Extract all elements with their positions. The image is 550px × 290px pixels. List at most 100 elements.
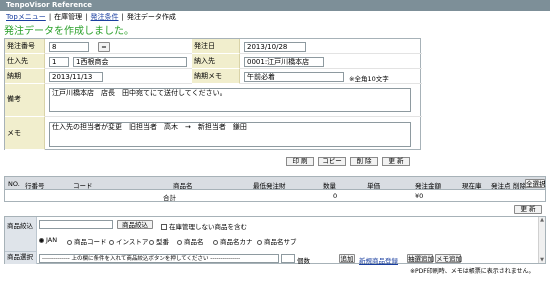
total-qty: 0 [333, 192, 338, 200]
breadcrumb: Topメニュー | 在庫管理 | 発注条件 | 発注データ作成 [6, 12, 176, 22]
radio-product-name-label: 商品名 [184, 238, 204, 246]
scroll-up-icon[interactable]: ▲ [539, 217, 545, 223]
breadcrumb-current: 発注データ作成 [126, 13, 176, 21]
due-cell: 2013/11/13 [45, 69, 192, 84]
update-button[interactable]: 更 新 [382, 157, 410, 166]
product-select[interactable]: -------------- 上の欄に条件を入れて商品絞込ボタンを押してください… [39, 254, 279, 263]
include-unmanaged-checkbox[interactable] [161, 224, 167, 230]
radio-product-name-dot [177, 240, 182, 245]
radio-product-sub[interactable]: 商品名サブ [257, 236, 297, 246]
delete-button[interactable]: 削 除 [350, 157, 378, 166]
radio-product-code-label: 商品コード [74, 238, 107, 246]
narrow-input[interactable] [39, 220, 113, 229]
col-order-amount: 発注金額 [415, 182, 441, 190]
select-all-button[interactable]: 全選択 [525, 179, 546, 188]
copy-button[interactable]: コピー [318, 157, 346, 166]
narrow-label: 商品絞込 [5, 217, 37, 251]
narrow-button[interactable]: 商品絞込 [117, 220, 153, 229]
radio-product-sub-dot [257, 240, 262, 245]
order-no-equal-button[interactable]: = [98, 42, 110, 52]
radio-jan-label: JAN [46, 236, 58, 244]
include-unmanaged-text: 在庫管理しない商品を含む [169, 223, 247, 231]
radio-product-code-dot [67, 240, 72, 245]
new-product-link[interactable]: 新規商品登録 [359, 255, 398, 265]
radio-model-no[interactable]: 型番 [149, 236, 169, 246]
radio-product-kana-label: 商品名カナ [220, 238, 253, 246]
order-date-input[interactable]: 2013/10/28 [244, 42, 306, 52]
col-min-order: 最低発注財 [253, 182, 286, 190]
order-form: 発注番号 8 = 発注日 2013/10/28 仕入先 1 1西根商会 納入先 … [4, 38, 422, 150]
radio-instore-dot [109, 240, 114, 245]
col-no: NO. [8, 180, 20, 188]
include-unmanaged-option[interactable]: 在庫管理しない商品を含む [161, 221, 247, 231]
print-button[interactable]: 印 刷 [286, 157, 314, 166]
col-code: コード [73, 182, 93, 190]
memo-add-button[interactable]: メモ追加 [435, 254, 462, 263]
radio-product-kana[interactable]: 商品名カナ [213, 236, 253, 246]
breadcrumb-order-conditions[interactable]: 発注条件 [91, 13, 119, 21]
table-total-row: 合計 0 ¥0 [4, 190, 546, 202]
radio-jan[interactable]: JAN [39, 236, 57, 244]
delivery-label: 納入先 [192, 54, 240, 69]
search-scrollbar[interactable]: ▲ ▼ [538, 217, 545, 263]
breadcrumb-inventory: 在庫管理 [54, 13, 83, 21]
col-stock: 現在庫 [462, 182, 482, 190]
breadcrumb-top-menu[interactable]: Topメニュー [6, 13, 46, 21]
col-line-no: 行番号 [25, 182, 45, 190]
radio-product-sub-label: 商品名サブ [264, 238, 297, 246]
due-memo-note: ※全角10文字 [349, 75, 389, 83]
memo-label: メモ [5, 117, 45, 150]
app-header: TenpoVisor Reference [0, 0, 550, 11]
pdf-note: ※PDF印刷時、メモは帳票に表示されません。 [410, 268, 535, 275]
col-product-name: 商品名 [173, 182, 193, 190]
order-no-label: 発注番号 [5, 39, 45, 54]
breadcrumb-separator: | [85, 13, 88, 21]
remarks-textarea[interactable]: 江戸川橋本店 店長 田中宛てにて送付してください。 [49, 88, 411, 112]
col-unit-price: 単価 [367, 182, 380, 190]
add-button[interactable]: 追加 [339, 254, 355, 263]
radio-product-name[interactable]: 商品名 [177, 236, 204, 246]
due-date-input[interactable]: 2013/11/13 [49, 72, 103, 82]
radio-instore[interactable]: インストア [109, 236, 148, 246]
radio-product-kana-dot [213, 240, 218, 245]
due-label: 納期 [5, 69, 45, 84]
radio-product-code[interactable]: 商品コード [67, 236, 107, 246]
product-search-panel: 商品絞込 商品絞込 在庫管理しない商品を含む JAN 商品コード インストア 型… [4, 216, 546, 265]
breadcrumb-separator: | [48, 13, 52, 21]
app-title: TenpoVisor Reference [6, 1, 92, 9]
select-label: 商品選択 [5, 251, 37, 264]
radio-model-no-label: 型番 [156, 238, 169, 246]
supplier-label: 仕入先 [5, 54, 45, 69]
total-amount: ¥0 [415, 192, 424, 200]
radio-model-no-dot [149, 240, 154, 245]
due-memo-cell: 午前必着 ※全角10文字 [240, 69, 422, 84]
delivery-select[interactable]: 0001:江戸川橋本店 [244, 57, 324, 67]
due-memo-label: 納期メモ [192, 69, 240, 84]
supplier-code-input[interactable]: 1 [49, 57, 69, 67]
lottery-add-button[interactable]: 抽選追加 [407, 254, 434, 263]
search-update-button[interactable]: 更 新 [514, 205, 542, 214]
scroll-down-icon[interactable]: ▼ [539, 257, 545, 263]
due-memo-input[interactable]: 午前必着 [244, 72, 344, 82]
order-no-cell: 8 = [45, 39, 192, 54]
memo-cell: 仕入先の担当者が変更 旧担当者 高木 → 新担当者 鎌田 [45, 117, 422, 150]
supplier-name-input[interactable]: 1西根商会 [73, 57, 187, 67]
qty-suffix: 個数 [297, 257, 310, 265]
radio-instore-label: インストア [116, 238, 149, 246]
breadcrumb-separator: | [121, 13, 124, 21]
delivery-cell: 0001:江戸川橋本店 [240, 54, 422, 69]
remarks-label: 備考 [5, 84, 45, 117]
order-table-header: NO. 行番号 コード 商品名 最低発注財 数量 単価 発注金額 現在庫 発注点… [4, 176, 546, 190]
order-no-input[interactable]: 8 [49, 42, 89, 52]
col-reorder-point: 発注点 [491, 182, 511, 190]
radio-jan-dot [39, 238, 44, 243]
order-date-cell: 2013/10/28 [240, 39, 422, 54]
status-message: 発注データを作成しました。 [4, 26, 134, 37]
memo-textarea[interactable]: 仕入先の担当者が変更 旧担当者 高木 → 新担当者 鎌田 [49, 122, 411, 147]
qty-input[interactable] [281, 254, 295, 263]
supplier-cell: 1 1西根商会 [45, 54, 192, 69]
total-label: 合計 [163, 194, 176, 202]
remarks-cell: 江戸川橋本店 店長 田中宛てにて送付してください。 [45, 84, 422, 117]
order-date-label: 発注日 [192, 39, 240, 54]
col-qty: 数量 [323, 182, 336, 190]
